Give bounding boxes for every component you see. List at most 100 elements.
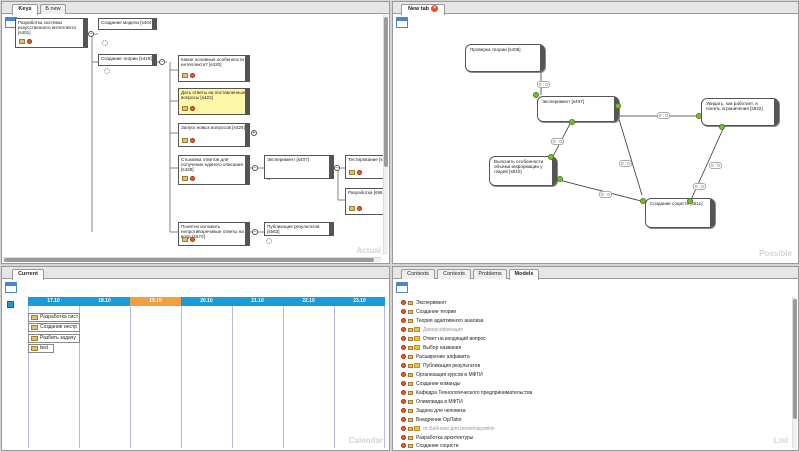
graph-node-information-volume[interactable]: Выяснить особенности объема информации у… bbox=[489, 156, 557, 186]
model-icon bbox=[408, 327, 413, 332]
list-item[interactable]: от Бабника для peneimalyshkin bbox=[401, 425, 495, 434]
day-column[interactable] bbox=[130, 306, 181, 448]
node-ai-system[interactable]: Разработка системы искусственного интелл… bbox=[15, 18, 88, 48]
day-column[interactable] bbox=[79, 306, 130, 448]
people-icon bbox=[182, 236, 188, 242]
model-icon bbox=[408, 408, 413, 413]
node-experiment[interactable]: Эксперимент [s407] bbox=[264, 155, 334, 179]
graph-node-see-how-it-works[interactable]: Увидать, как работает, и понять ограниче… bbox=[701, 98, 779, 126]
node-features[interactable]: Какие основные особенности интеллекта? [… bbox=[178, 55, 250, 82]
node-create-theory[interactable]: Создание теории [s416] bbox=[98, 54, 157, 66]
list-item[interactable]: Олимпиада в МФТИ bbox=[401, 398, 463, 407]
list-item-label: Публикация результатов bbox=[423, 363, 481, 369]
day-column[interactable] bbox=[232, 306, 283, 448]
list-item[interactable]: Организация курсов в МФТИ bbox=[401, 371, 483, 380]
day-column[interactable] bbox=[283, 306, 334, 448]
edge-label: 0 : 0 bbox=[551, 138, 564, 145]
graph-node-experiment[interactable]: Эксперимент [s407] bbox=[537, 96, 619, 122]
models-vertical-scrollbar[interactable] bbox=[792, 297, 797, 448]
keys-vertical-scrollbar[interactable] bbox=[383, 15, 388, 255]
calendar-task[interactable]: test bbox=[28, 344, 54, 353]
list-item[interactable]: Эксперимент bbox=[401, 299, 447, 308]
day-header[interactable]: 22.10 bbox=[283, 297, 334, 306]
collapse-toggle[interactable]: − bbox=[252, 165, 258, 171]
day-header[interactable]: 21.10 bbox=[232, 297, 283, 306]
graph-node-social-creation[interactable]: Создание социсти [s811] bbox=[645, 198, 715, 228]
node-side-bar bbox=[152, 55, 156, 65]
day-header[interactable]: 20.10 bbox=[181, 297, 232, 306]
calendar-task[interactable]: Разработка сист bbox=[28, 313, 80, 322]
node-testing-label: Тестирование [s bbox=[348, 157, 383, 162]
list-item[interactable]: Выбор названия bbox=[401, 344, 461, 353]
list-item[interactable]: Создание команды bbox=[401, 380, 460, 389]
people-icon bbox=[182, 105, 188, 111]
day-column[interactable] bbox=[334, 306, 385, 448]
expand-toggle[interactable]: − bbox=[88, 31, 94, 37]
list-item[interactable]: Диверсификация bbox=[401, 326, 463, 335]
list-item[interactable]: Теория адаптивного анализа bbox=[401, 317, 483, 326]
calendar-task[interactable]: Создание инстр bbox=[28, 323, 80, 332]
collapse-toggle[interactable]: − bbox=[159, 59, 165, 65]
day-header[interactable]: 18.10 bbox=[79, 297, 130, 306]
node-development[interactable]: Разработка [s96] bbox=[345, 188, 388, 215]
node-ai-system-label: Разработка системы искусственного интелл… bbox=[18, 20, 76, 36]
node-testing[interactable]: Тестирование [s bbox=[345, 155, 388, 179]
node-icons bbox=[182, 175, 195, 182]
tab-current[interactable]: Current bbox=[12, 269, 44, 280]
model-icon bbox=[408, 309, 413, 314]
list-item[interactable]: Ответ на входящий вопрос bbox=[401, 335, 486, 344]
tab-models[interactable]: Models bbox=[509, 269, 539, 280]
gear-icon bbox=[104, 68, 110, 74]
list-item-label: Создание команды bbox=[416, 381, 461, 387]
model-icon bbox=[408, 372, 413, 377]
node-create-model[interactable]: Создание модели [s404] bbox=[98, 18, 157, 30]
tab-problems[interactable]: Problems bbox=[473, 269, 507, 279]
calendar-task-label: test bbox=[40, 345, 49, 351]
list-item[interactable]: Внедрение OpiTator bbox=[401, 416, 462, 425]
list-item-label: Олимпиада в МФТИ bbox=[416, 399, 463, 405]
tab-contexts-1[interactable]: Contexts bbox=[401, 269, 435, 279]
collapse-toggle[interactable]: − bbox=[252, 229, 258, 235]
status-icon bbox=[401, 408, 406, 414]
edge-label: 0 : 0 bbox=[693, 183, 706, 190]
node-side-bar bbox=[245, 223, 249, 245]
node-icons bbox=[349, 205, 362, 212]
graph-node-label: Выяснить особенности объема информации у… bbox=[494, 159, 544, 175]
node-answers-label: Дать ответы на поставленные вопросы [s42… bbox=[181, 90, 246, 101]
scroll-thumb[interactable] bbox=[384, 17, 388, 167]
expand-toggle[interactable]: + bbox=[251, 130, 257, 136]
tab-contexts-2[interactable]: Contexts bbox=[437, 269, 471, 279]
model-icon bbox=[408, 399, 413, 404]
status-icon bbox=[190, 236, 195, 242]
calendar-task[interactable]: Разбить задачу bbox=[28, 334, 80, 343]
scroll-thumb[interactable] bbox=[793, 299, 797, 419]
list-item[interactable]: Публикация результатов bbox=[401, 362, 480, 371]
day-header[interactable]: 17.10 bbox=[28, 297, 79, 306]
graph-node-label: Эксперимент [s407] bbox=[542, 99, 584, 104]
list-item[interactable]: Задача для человека bbox=[401, 407, 466, 416]
list-item-label: от Бабника для peneimalyshkin bbox=[423, 426, 495, 432]
node-side-bar bbox=[329, 156, 333, 178]
node-answers[interactable]: Дать ответы на поставленные вопросы [s42… bbox=[178, 88, 250, 115]
node-side-bar bbox=[245, 124, 249, 146]
node-new-questions[interactable]: Запуск новых вопросов [s426] bbox=[178, 123, 250, 147]
day-header-today[interactable]: 19.10 bbox=[130, 297, 181, 306]
list-item[interactable]: Кафедра Технологического предприниматель… bbox=[401, 389, 532, 398]
graph-node-check-theory[interactable]: Проверка теории [s408] bbox=[465, 44, 545, 72]
collapse-toggle[interactable]: − bbox=[334, 165, 340, 171]
node-clear-answers[interactable]: Понятно изложить непротиворечивые ответы… bbox=[178, 222, 250, 246]
day-header[interactable]: 23.10 bbox=[334, 297, 385, 306]
list-item[interactable]: Расширение алфавита bbox=[401, 353, 470, 362]
task-icon bbox=[31, 336, 38, 341]
list-item[interactable]: Создание социсти bbox=[401, 442, 459, 450]
scroll-thumb[interactable] bbox=[4, 258, 374, 262]
model-icon bbox=[408, 417, 413, 422]
calendar-task-label: Разбить задачу bbox=[40, 335, 76, 341]
model-icon bbox=[408, 363, 413, 368]
day-column[interactable] bbox=[181, 306, 232, 448]
keys-horizontal-scrollbar[interactable] bbox=[2, 257, 381, 262]
node-docking[interactable]: Стыковка ответов для получения единого о… bbox=[178, 155, 250, 185]
list-item[interactable]: Создание теории bbox=[401, 308, 456, 317]
node-publish[interactable]: Публикация результатов [s563] bbox=[264, 222, 334, 236]
node-side-bar bbox=[152, 19, 156, 29]
